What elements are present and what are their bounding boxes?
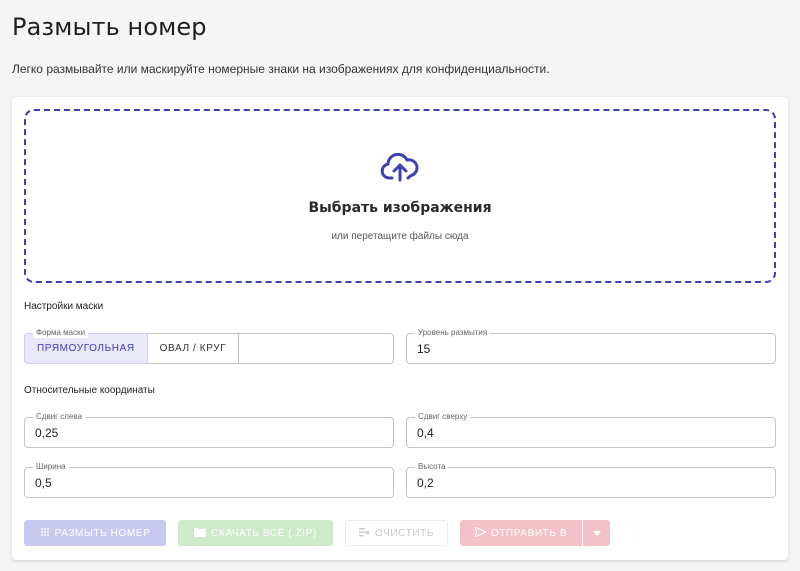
- blur-plate-button[interactable]: РАЗМЫТЬ НОМЕР: [24, 520, 166, 546]
- dropzone-hint: или перетащите файлы сюда: [331, 231, 469, 242]
- height-field: Высота: [406, 462, 776, 498]
- mask-shape-group: ПРЯМОУГОЛЬНАЯ ОВАЛ / КРУГ Форма маски: [24, 328, 394, 364]
- chevron-down-icon: [592, 528, 601, 539]
- page-title: Размыть номер: [12, 13, 207, 41]
- download-all-button[interactable]: СКАЧАТЬ ВСЁ (.ZIP): [178, 520, 333, 546]
- coords-label: Относительные координаты: [24, 385, 155, 396]
- width-field: Ширина: [24, 462, 394, 498]
- height-label: Высота: [415, 462, 449, 472]
- download-all-label: СКАЧАТЬ ВСЁ (.ZIP): [211, 527, 317, 539]
- offset-top-input[interactable]: [417, 426, 765, 440]
- clear-button[interactable]: ОЧИСТИТЬ: [345, 520, 448, 546]
- settings-card: Выбрать изображения или перетащите файлы…: [12, 97, 788, 560]
- send-icon: [473, 525, 488, 540]
- send-to-label: ОТПРАВИТЬ В: [490, 527, 568, 539]
- blur-level-field: Уровень размытия: [406, 328, 776, 364]
- shape-oval-toggle[interactable]: ОВАЛ / КРУГ: [147, 333, 240, 364]
- send-to-dropdown-button[interactable]: [583, 520, 610, 546]
- dropzone-title[interactable]: Выбрать изображения: [308, 200, 491, 216]
- width-input[interactable]: [35, 476, 383, 490]
- offset-left-label: Сдвиг слева: [33, 412, 86, 422]
- width-label: Ширина: [33, 462, 69, 472]
- offset-left-input[interactable]: [35, 426, 383, 440]
- height-input[interactable]: [417, 476, 765, 490]
- mask-settings-label: Настройки маски: [24, 301, 104, 312]
- blur-level-label: Уровень размытия: [415, 328, 491, 338]
- clear-list-icon: [358, 527, 370, 540]
- page-subtitle: Легко размывайте или маскируйте номерные…: [12, 62, 550, 76]
- offset-top-label: Сдвиг сверху: [415, 412, 471, 422]
- file-dropzone[interactable]: Выбрать изображения или перетащите файлы…: [24, 109, 776, 283]
- mask-shape-label: Форма маски: [33, 328, 89, 338]
- blur-plate-label: РАЗМЫТЬ НОМЕР: [54, 527, 151, 539]
- cloud-upload-icon: [380, 151, 420, 188]
- clear-label: ОЧИСТИТЬ: [374, 527, 435, 539]
- offset-top-field: Сдвиг сверху: [406, 412, 776, 448]
- blur-level-input[interactable]: [417, 342, 765, 356]
- folder-icon: [194, 527, 207, 540]
- send-to-button[interactable]: ОТПРАВИТЬ В: [460, 520, 582, 546]
- offset-left-field: Сдвиг слева: [24, 412, 394, 448]
- blur-grid-icon: [40, 527, 50, 540]
